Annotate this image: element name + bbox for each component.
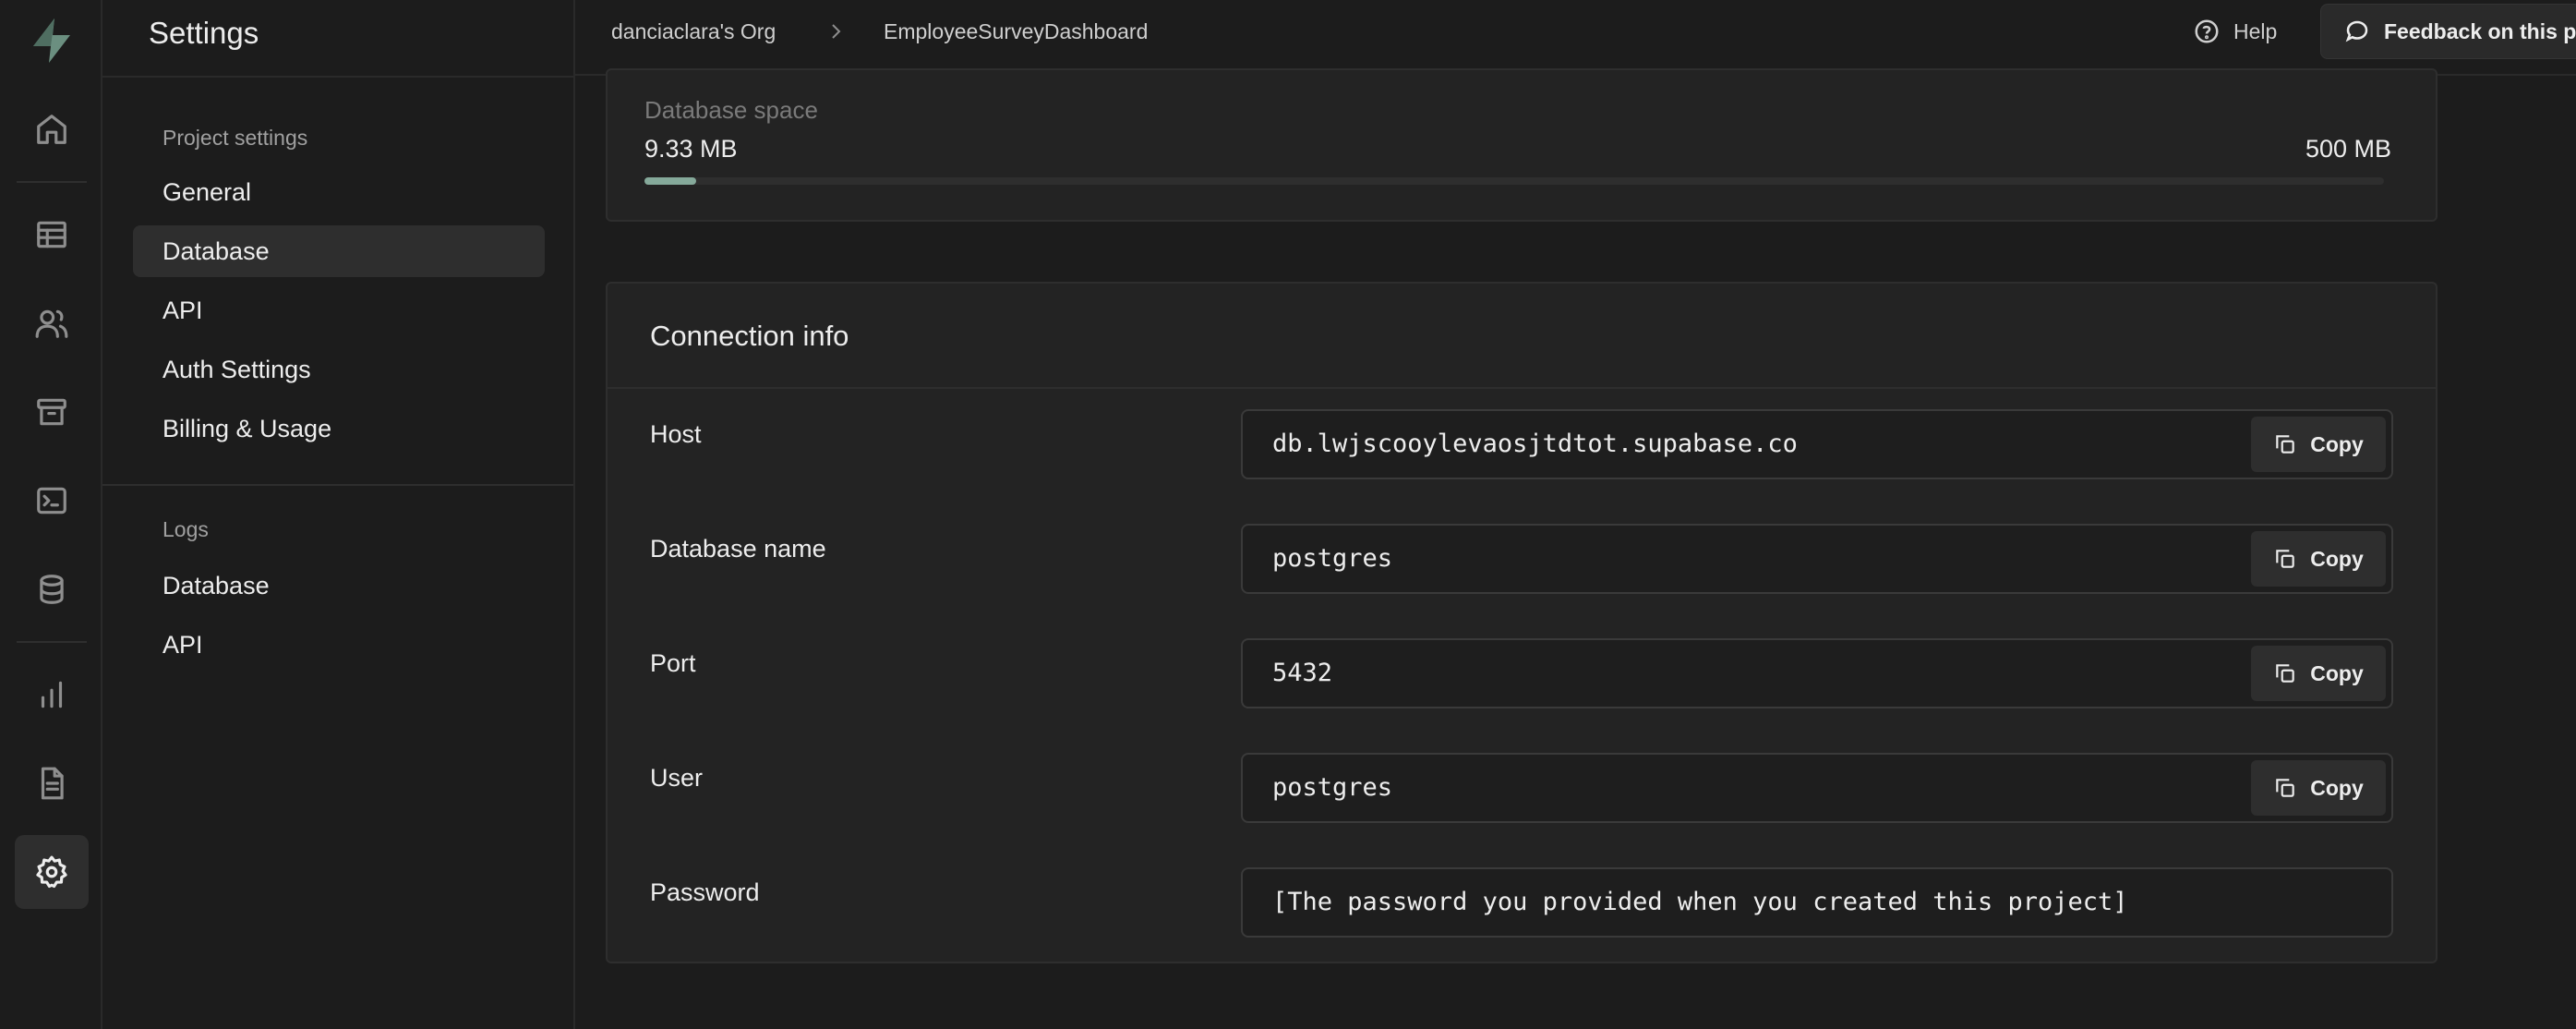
copy-icon: [2276, 435, 2294, 454]
help-circle-icon: [2195, 19, 2219, 43]
section-label-logs: Logs: [163, 517, 209, 541]
copy-database-name-button[interactable]: Copy: [2251, 531, 2386, 587]
sidebar-header-divider: [102, 76, 573, 78]
sidebar-item-logs-database[interactable]: Database: [133, 560, 545, 611]
copy-label: Copy: [2310, 660, 2364, 685]
copy-label: Copy: [2310, 775, 2364, 800]
database-space-progress-fill: [644, 177, 696, 185]
help-button[interactable]: Help: [2193, 15, 2277, 48]
user-field[interactable]: postgres Copy: [1241, 753, 2393, 823]
database-name-value[interactable]: postgres: [1272, 526, 1392, 592]
sidebar-item-database[interactable]: Database: [133, 225, 545, 277]
database-space-card: Database space 9.33 MB 500 MB: [606, 68, 2438, 222]
top-header: danciaclara's Org EmployeeSurveyDashboar…: [575, 0, 2576, 76]
connection-info-card: Connection info Host db.lwjscooylevaosjt…: [606, 282, 2438, 963]
connection-info-title: Connection info: [608, 284, 2436, 389]
copy-label: Copy: [2310, 546, 2364, 571]
database-space-used: 9.33 MB: [644, 135, 738, 163]
database-space-total: 500 MB: [2305, 135, 2391, 163]
host-label: Host: [650, 420, 702, 448]
copy-user-button[interactable]: Copy: [2251, 760, 2386, 816]
settings-sidebar: Settings Project settings General Databa…: [102, 0, 575, 1029]
sql-terminal-icon[interactable]: [15, 464, 89, 538]
sidebar-item-general[interactable]: General: [133, 166, 545, 218]
sidebar-item-logs-api[interactable]: API: [133, 619, 545, 671]
icon-rail: [0, 0, 102, 1029]
reports-icon[interactable]: [15, 658, 89, 732]
main-content: Database space 9.33 MB 500 MB Connection…: [577, 68, 2576, 1029]
section-label-project-settings: Project settings: [163, 126, 308, 150]
storage-icon[interactable]: [15, 375, 89, 449]
feedback-label: Feedback on this page: [2384, 18, 2576, 43]
password-field[interactable]: [The password you provided when you crea…: [1241, 867, 2393, 938]
host-field[interactable]: db.lwjscooylevaosjtdtot.supabase.co Copy: [1241, 409, 2393, 479]
port-value[interactable]: 5432: [1272, 640, 1332, 707]
port-field[interactable]: 5432 Copy: [1241, 638, 2393, 708]
database-space-label: Database space: [644, 96, 818, 124]
home-icon[interactable]: [15, 92, 89, 166]
users-icon[interactable]: [15, 286, 89, 360]
feedback-button[interactable]: Feedback on this page: [2320, 4, 2576, 59]
copy-icon: [2276, 550, 2294, 568]
chevron-right-icon: [825, 20, 847, 42]
sidebar-item-api[interactable]: API: [133, 284, 545, 336]
sidebar-item-billing-usage[interactable]: Billing & Usage: [133, 403, 545, 454]
copy-label: Copy: [2310, 431, 2364, 456]
breadcrumb-org[interactable]: danciaclara's Org: [611, 0, 776, 63]
copy-icon: [2276, 779, 2294, 797]
password-value[interactable]: [The password you provided when you crea…: [1272, 869, 2128, 936]
sidebar-divider: [102, 484, 573, 486]
message-icon: [2345, 20, 2368, 42]
copy-host-button[interactable]: Copy: [2251, 417, 2386, 472]
user-label: User: [650, 764, 704, 792]
table-editor-icon[interactable]: [15, 198, 89, 272]
sidebar-item-auth-settings[interactable]: Auth Settings: [133, 344, 545, 395]
page-title: Settings: [149, 16, 259, 50]
database-name-label: Database name: [650, 535, 826, 563]
copy-icon: [2276, 664, 2294, 683]
breadcrumb-project[interactable]: EmployeeSurveyDashboard: [884, 0, 1148, 63]
port-label: Port: [650, 649, 696, 677]
help-label: Help: [2233, 18, 2278, 43]
host-value[interactable]: db.lwjscooylevaosjtdtot.supabase.co: [1272, 411, 1798, 478]
database-icon[interactable]: [15, 552, 89, 626]
supabase-logo-icon[interactable]: [26, 15, 78, 67]
database-name-field[interactable]: postgres Copy: [1241, 524, 2393, 594]
settings-icon[interactable]: [15, 835, 89, 909]
database-space-progress-bar: [644, 177, 2384, 185]
user-value[interactable]: postgres: [1272, 755, 1392, 821]
api-docs-icon[interactable]: [15, 746, 89, 820]
copy-port-button[interactable]: Copy: [2251, 646, 2386, 701]
app-root: Settings Project settings General Databa…: [0, 0, 2576, 1029]
rail-divider: [17, 181, 87, 183]
password-label: Password: [650, 878, 760, 906]
rail-divider: [17, 641, 87, 643]
